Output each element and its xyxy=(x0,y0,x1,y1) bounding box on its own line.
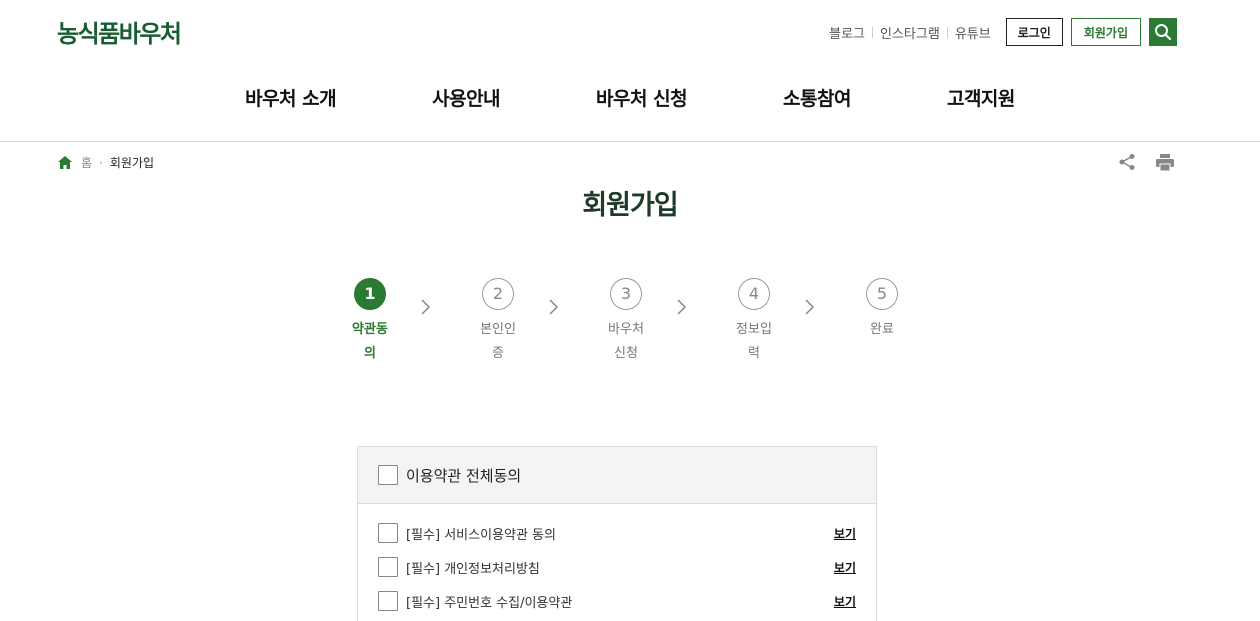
chevron-right-icon xyxy=(421,299,431,315)
search-button[interactable] xyxy=(1149,18,1177,46)
term-resident-number-checkbox[interactable] xyxy=(378,591,398,611)
agree-all-checkbox[interactable] xyxy=(378,465,398,485)
nav-customer-support[interactable]: 고객지원 xyxy=(947,84,1015,111)
step-label: 약관동의 xyxy=(352,322,388,361)
share-button[interactable] xyxy=(1116,152,1138,172)
utility-menu: 블로그 인스타그램 유튜브 로그인 회원가입 xyxy=(822,18,1177,46)
step-info-input: 4 정보입력 xyxy=(724,278,784,366)
term-view-link[interactable]: 보기 xyxy=(834,593,856,610)
signup-steps: 1 약관동의 2 본인인증 3 바우처신청 4 정보입력 5 완료 xyxy=(340,278,900,398)
step-number: 1 xyxy=(354,278,386,310)
term-view-link[interactable]: 보기 xyxy=(834,559,856,576)
print-button[interactable] xyxy=(1154,152,1176,172)
breadcrumb-home-label: 홈 xyxy=(81,156,93,170)
chevron-right-icon xyxy=(549,299,559,315)
home-icon xyxy=(58,156,72,169)
main-nav: 바우처 소개 사용안내 바우처 신청 소통참여 고객지원 xyxy=(0,84,1260,111)
step-number: 3 xyxy=(610,278,642,310)
step-label: 본인인증 xyxy=(480,322,516,361)
join-button[interactable]: 회원가입 xyxy=(1070,18,1141,46)
nav-communication[interactable]: 소통참여 xyxy=(783,84,851,111)
instagram-link[interactable]: 인스타그램 xyxy=(873,23,947,42)
term-label[interactable]: [필수] 주민번호 수집/이용약관 xyxy=(406,592,834,611)
term-privacy-checkbox[interactable] xyxy=(378,557,398,577)
breadcrumb: 홈 · 회원가입 xyxy=(58,154,154,171)
step-number: 2 xyxy=(482,278,514,310)
page-tools xyxy=(1100,152,1176,172)
terms-agreement-box: 이용약관 전체동의 [필수] 서비스이용약관 동의 보기 [필수] 개인정보처리… xyxy=(357,446,877,621)
step-label: 정보입력 xyxy=(736,322,772,361)
blog-link[interactable]: 블로그 xyxy=(822,23,872,42)
step-label: 완료 xyxy=(870,322,894,337)
term-label[interactable]: [필수] 개인정보처리방침 xyxy=(406,558,834,577)
term-label[interactable]: [필수] 서비스이용약관 동의 xyxy=(406,524,834,543)
step-label: 바우처신청 xyxy=(608,322,644,361)
site-header: 농식품바우처 블로그 인스타그램 유튜브 로그인 회원가입 바우처 소개 사용안… xyxy=(0,0,1260,142)
share-icon xyxy=(1119,154,1135,170)
chevron-right-icon xyxy=(805,299,815,315)
nav-voucher-apply[interactable]: 바우처 신청 xyxy=(596,84,688,111)
step-complete: 5 완료 xyxy=(852,278,912,342)
breadcrumb-home[interactable]: 홈 xyxy=(58,154,92,171)
print-icon xyxy=(1156,153,1174,171)
term-row-resident-number: [필수] 주민번호 수집/이용약관 보기 xyxy=(378,590,856,612)
step-terms: 1 약관동의 xyxy=(340,278,400,366)
chevron-right-icon xyxy=(677,299,687,315)
term-row-privacy: [필수] 개인정보처리방침 보기 xyxy=(378,556,856,578)
step-number: 4 xyxy=(738,278,770,310)
agree-all-row: 이용약관 전체동의 xyxy=(358,447,876,504)
step-verify: 2 본인인증 xyxy=(468,278,528,366)
search-icon xyxy=(1155,24,1172,41)
agree-all-label[interactable]: 이용약관 전체동의 xyxy=(406,465,521,486)
breadcrumb-separator: · xyxy=(99,155,103,170)
nav-usage-guide[interactable]: 사용안내 xyxy=(432,84,500,111)
page-title: 회원가입 xyxy=(582,190,678,221)
nav-voucher-intro[interactable]: 바우처 소개 xyxy=(245,84,337,111)
term-view-link[interactable]: 보기 xyxy=(834,525,856,542)
step-number: 5 xyxy=(866,278,898,310)
term-service-checkbox[interactable] xyxy=(378,523,398,543)
step-voucher-apply: 3 바우처신청 xyxy=(596,278,656,366)
breadcrumb-current: 회원가입 xyxy=(109,156,155,170)
term-row-service: [필수] 서비스이용약관 동의 보기 xyxy=(378,522,856,544)
youtube-link[interactable]: 유튜브 xyxy=(948,23,998,42)
login-button[interactable]: 로그인 xyxy=(1005,18,1063,46)
site-logo[interactable]: 농식품바우처 xyxy=(57,14,182,49)
